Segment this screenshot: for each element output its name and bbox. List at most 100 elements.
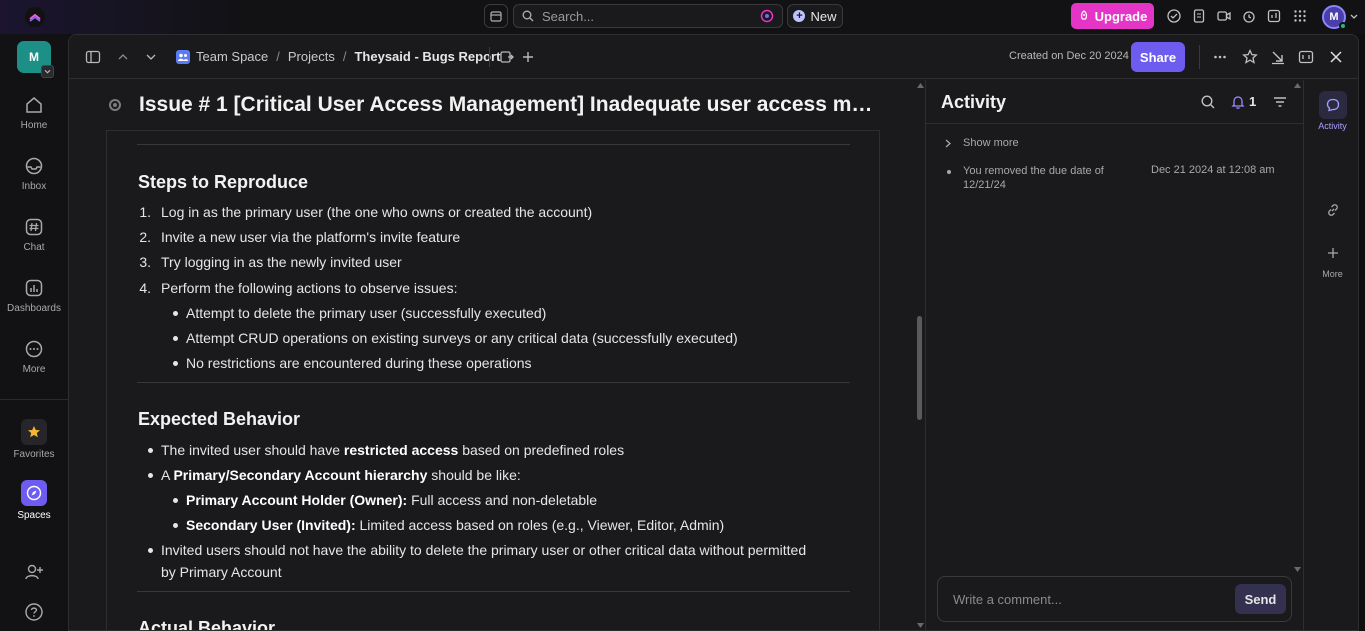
user-avatar[interactable]: M [1322, 5, 1347, 30]
calendar-icon [490, 11, 502, 22]
task-description[interactable]: Steps to Reproduce 1. Log in as the prim… [106, 130, 880, 630]
breadcrumb-projects[interactable]: Projects [288, 49, 335, 64]
expected-heading: Expected Behavior [138, 409, 301, 429]
task-status-icon[interactable] [109, 99, 121, 111]
bullet [148, 548, 153, 553]
notepad-icon[interactable] [1191, 8, 1207, 24]
new-button-label: New [810, 8, 837, 24]
plus-icon[interactable] [520, 49, 536, 65]
upgrade-button[interactable]: Upgrade [1071, 3, 1154, 29]
move-task-icon[interactable] [499, 49, 515, 65]
bullet [173, 523, 178, 528]
video-record-icon[interactable] [1216, 8, 1232, 24]
share-button[interactable]: Share [1131, 42, 1185, 72]
plus-circle-icon: + [793, 10, 806, 22]
nav-item-home[interactable]: Home [0, 94, 68, 131]
comment-input[interactable]: Write a comment... Send [937, 576, 1292, 622]
filter-icon[interactable] [1272, 94, 1288, 110]
list-item: Secondary User (Invited): Limited access… [186, 517, 725, 533]
nav-divider [0, 399, 68, 400]
rail-item-links[interactable] [1304, 196, 1358, 226]
search-input[interactable]: Search... [513, 4, 783, 28]
left-nav: M Home Inbox Chat Dashboards More Favori… [0, 34, 68, 631]
nav-chat-label: Chat [23, 242, 45, 253]
more-icon [25, 340, 43, 358]
bullet [148, 448, 153, 453]
nav-item-chat[interactable]: Chat [0, 216, 68, 253]
minimize-icon[interactable] [1270, 49, 1286, 65]
comment-placeholder: Write a comment... [953, 592, 1062, 607]
breadcrumb-team-space[interactable]: Team Space [196, 49, 268, 64]
nav-home-label: Home [20, 120, 48, 131]
dashboard-icon[interactable] [1266, 8, 1282, 24]
task-title[interactable]: Issue # 1 [Critical User Access Manageme… [139, 93, 879, 117]
nav-favorites-label: Favorites [13, 449, 55, 460]
list-number: 1. [139, 204, 151, 220]
sidebar-toggle-icon[interactable] [85, 49, 101, 65]
bell-icon[interactable] [1230, 94, 1246, 110]
chevron-up-icon[interactable] [115, 49, 131, 65]
list-number: 4. [139, 280, 151, 296]
ai-brain-icon[interactable] [760, 9, 774, 23]
nav-item-favorites[interactable]: Favorites [0, 419, 68, 460]
rail-item-more[interactable]: More [1304, 239, 1358, 279]
check-circle-icon[interactable] [1166, 8, 1182, 24]
send-button[interactable]: Send [1235, 584, 1286, 614]
breadcrumb-separator: / [342, 49, 347, 64]
search-icon[interactable] [1200, 94, 1216, 110]
scroll-up-arrow-icon[interactable] [1294, 83, 1301, 88]
dashboards-icon [25, 279, 43, 297]
invite-user-icon[interactable] [24, 562, 44, 582]
list-item: Invite a new user via the platform's inv… [161, 229, 461, 245]
list-item-continuation: by Primary Account [161, 564, 282, 580]
send-label: Send [1244, 591, 1277, 607]
nav-more-label: More [22, 364, 46, 375]
list-number: 3. [139, 254, 151, 270]
alarm-clock-icon[interactable] [1241, 8, 1257, 24]
notification-count: 1 [1249, 94, 1257, 109]
app-logo[interactable] [25, 7, 45, 27]
rail-item-activity[interactable]: Activity [1304, 91, 1358, 131]
compass-icon [26, 485, 42, 501]
close-icon[interactable] [1328, 49, 1344, 65]
activity-bullet [947, 170, 951, 174]
bullet [173, 336, 178, 341]
nav-item-dashboards[interactable]: Dashboards [0, 277, 68, 314]
divider [137, 382, 850, 383]
nav-item-more[interactable]: More [0, 338, 68, 375]
chevron-down-icon[interactable] [143, 49, 159, 65]
upgrade-label: Upgrade [1094, 8, 1148, 24]
apps-grid-icon[interactable] [1292, 8, 1308, 24]
task-document: Issue # 1 [Critical User Access Manageme… [69, 80, 924, 630]
nav-dashboards-label: Dashboards [7, 303, 61, 314]
list-item: The invited user should have restricted … [161, 442, 625, 458]
scroll-up-arrow-icon[interactable] [917, 83, 924, 88]
scroll-down-arrow-icon[interactable] [1294, 567, 1301, 572]
breadcrumb-current-list[interactable]: Theysaid - Bugs Report [354, 49, 500, 64]
help-icon[interactable] [24, 602, 44, 622]
rail-more-label: More [1322, 269, 1343, 279]
divider [137, 591, 850, 592]
calendar-button[interactable] [484, 4, 508, 28]
chat-icon [25, 218, 43, 236]
chevron-right-icon[interactable] [944, 139, 952, 148]
link-icon [1327, 204, 1338, 216]
nav-item-inbox[interactable]: Inbox [0, 155, 68, 192]
nav-item-spaces[interactable]: Spaces [0, 480, 68, 521]
document-scrollbar[interactable] [917, 316, 922, 420]
workspace-chevron-icon[interactable] [41, 65, 54, 78]
list-item: Primary Account Holder (Owner): Full acc… [186, 492, 598, 508]
show-more-link[interactable]: Show more [963, 137, 1019, 149]
chevron-down-icon[interactable] [1349, 11, 1359, 21]
list-item: A Primary/Secondary Account hierarchy sh… [161, 467, 521, 483]
star-outline-icon[interactable] [1242, 49, 1258, 65]
list-number: 2. [139, 229, 151, 245]
workspace-initial: M [29, 50, 39, 64]
rail-activity-label: Activity [1318, 121, 1347, 131]
created-date: Created on Dec 20 2024 [1009, 50, 1129, 62]
divider [137, 144, 850, 145]
expand-layout-icon[interactable] [1298, 49, 1314, 65]
more-horizontal-icon[interactable] [1212, 49, 1228, 65]
scroll-down-arrow-icon[interactable] [917, 623, 924, 628]
new-button[interactable]: + New [787, 4, 843, 28]
